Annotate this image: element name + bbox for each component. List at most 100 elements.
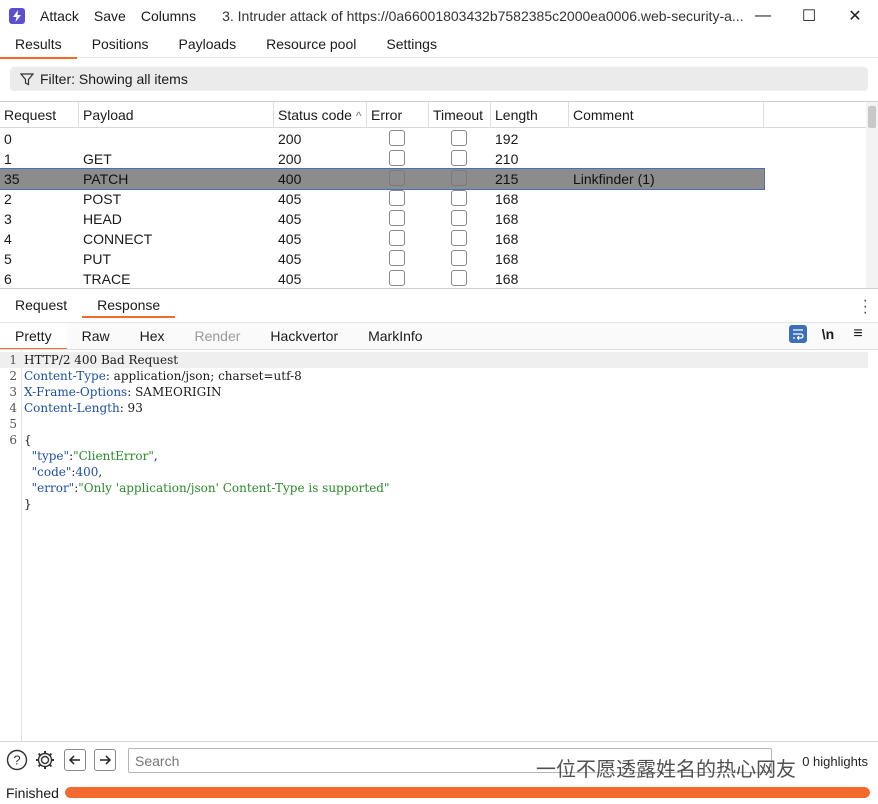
- col-request[interactable]: Request: [0, 102, 79, 128]
- cell-request: 4: [4, 231, 12, 247]
- scrollbar-thumb[interactable]: [868, 106, 876, 128]
- line-number: 5: [9, 417, 17, 431]
- col-payload[interactable]: Payload: [79, 102, 274, 128]
- cell-payload: CONNECT: [83, 231, 153, 247]
- close-button[interactable]: ✕: [832, 0, 878, 32]
- cell-status-code: 405: [278, 211, 302, 227]
- cell-length: 168: [495, 271, 519, 287]
- svg-text:?: ?: [13, 753, 20, 768]
- table-row[interactable]: 2 POST 405 168: [0, 189, 866, 209]
- col-length[interactable]: Length: [491, 102, 569, 128]
- table-scrollbar[interactable]: [866, 102, 878, 288]
- word-wrap-icon[interactable]: [789, 325, 807, 343]
- tab-response[interactable]: Response: [82, 294, 176, 318]
- table-row[interactable]: 3 HEAD 405 168: [0, 209, 866, 229]
- error-checkbox: [389, 249, 405, 266]
- code-token: Content-Type: [24, 369, 106, 383]
- code-token: "error": [24, 481, 75, 495]
- timeout-checkbox: [451, 169, 467, 186]
- code-line: 5: [0, 416, 868, 432]
- previous-match-arrow-icon[interactable]: [64, 749, 86, 771]
- code-token: : application/json; charset=utf-8: [105, 369, 302, 383]
- tab-pretty[interactable]: Pretty: [0, 323, 67, 350]
- table-row[interactable]: 6 TRACE 405 168: [0, 269, 866, 289]
- col-error[interactable]: Error: [367, 102, 429, 128]
- watermark-text: 一位不愿透露姓名的热心网友: [536, 759, 796, 781]
- tab-markinfo[interactable]: MarkInfo: [353, 323, 437, 350]
- tab-positions[interactable]: Positions: [77, 32, 164, 58]
- code-text: Content-Type: application/json; charset=…: [24, 368, 302, 384]
- cell-timeout: [429, 269, 491, 289]
- menu-columns[interactable]: Columns: [141, 8, 196, 24]
- cell-timeout: [429, 169, 491, 189]
- table-row[interactable]: 0 200 192: [0, 129, 866, 149]
- results-table: Request Payload Status code ^ Error Time…: [0, 101, 878, 289]
- col-comment[interactable]: Comment: [569, 102, 764, 128]
- timeout-checkbox: [451, 189, 467, 206]
- code-text: "type":"ClientError",: [24, 448, 158, 464]
- cell-length: 210: [495, 151, 519, 167]
- code-text: "error":"Only 'application/json' Content…: [24, 480, 390, 496]
- error-checkbox: [389, 209, 405, 226]
- tab-hex[interactable]: Hex: [125, 323, 180, 350]
- tab-results[interactable]: Results: [0, 32, 77, 59]
- help-icon[interactable]: ?: [6, 749, 28, 771]
- cell-comment: Linkfinder (1): [573, 171, 655, 187]
- cell-request: 3: [4, 211, 12, 227]
- menu-save[interactable]: Save: [94, 8, 126, 24]
- code-line: 2 Content-Type: application/json; charset…: [0, 368, 868, 384]
- code-text: HTTP/2 400 Bad Request: [24, 352, 178, 368]
- status-text: Finished: [6, 784, 59, 801]
- line-number: 2: [9, 369, 17, 383]
- table-row[interactable]: 1 GET 200 210: [0, 149, 866, 169]
- editor-menu-icon[interactable]: ≡: [849, 325, 867, 343]
- timeout-checkbox: [451, 229, 467, 246]
- cell-status-code: 400: [278, 171, 302, 187]
- code-line: 4 Content-Length: 93: [0, 400, 868, 416]
- tab-payloads[interactable]: Payloads: [164, 32, 252, 58]
- menu-attack[interactable]: Attack: [40, 8, 79, 24]
- cell-length: 168: [495, 251, 519, 267]
- cell-request: 5: [4, 251, 12, 267]
- tab-raw[interactable]: Raw: [67, 323, 125, 350]
- code-token: "Only 'application/json' Content-Type is…: [78, 481, 390, 495]
- settings-gear-icon[interactable]: [34, 749, 56, 771]
- filter-label: Filter: Showing all items: [40, 71, 188, 87]
- more-options-icon[interactable]: · · ·: [863, 293, 868, 321]
- attack-progress-bar: [65, 787, 870, 798]
- cell-status-code: 405: [278, 251, 302, 267]
- response-editor[interactable]: 1 HTTP/2 400 Bad Request 2 Content-Type: ap…: [0, 349, 878, 742]
- maximize-button[interactable]: ☐: [786, 0, 832, 32]
- cell-error: [367, 229, 429, 249]
- col-timeout[interactable]: Timeout: [429, 102, 491, 128]
- code-token: {: [24, 433, 32, 447]
- cell-status-code: 405: [278, 191, 302, 207]
- code-line: 3 X-Frame-Options: SAMEORIGIN: [0, 384, 868, 400]
- cell-length: 168: [495, 191, 519, 207]
- cell-error: [367, 209, 429, 229]
- col-spacer: [764, 102, 866, 128]
- code-token: "code": [24, 465, 72, 479]
- tab-settings[interactable]: Settings: [371, 32, 452, 58]
- next-match-arrow-icon[interactable]: [94, 749, 116, 771]
- progress-fill: [65, 787, 870, 798]
- cell-request: 6: [4, 271, 12, 287]
- tab-hackvertor[interactable]: Hackvertor: [255, 323, 353, 350]
- cell-error: [367, 189, 429, 209]
- cell-length: 192: [495, 131, 519, 147]
- col-status-code[interactable]: Status code ^: [274, 102, 367, 128]
- minimize-button[interactable]: —: [740, 0, 786, 32]
- filter-bar[interactable]: Filter: Showing all items: [10, 67, 868, 91]
- tab-resource-pool[interactable]: Resource pool: [251, 32, 371, 58]
- code-token: "type": [24, 449, 70, 463]
- cell-status-code: 200: [278, 151, 302, 167]
- timeout-checkbox: [451, 149, 467, 166]
- table-row[interactable]: 5 PUT 405 168: [0, 249, 866, 269]
- tab-request[interactable]: Request: [0, 294, 82, 318]
- show-newlines-icon[interactable]: \n: [819, 325, 837, 343]
- table-row[interactable]: 4 CONNECT 405 168: [0, 229, 866, 249]
- code-token: }: [24, 497, 32, 511]
- cell-payload: PATCH: [83, 171, 129, 187]
- table-row[interactable]: 35 PATCH 400 215 Linkfinder (1): [0, 168, 765, 190]
- cell-status-code: 405: [278, 231, 302, 247]
